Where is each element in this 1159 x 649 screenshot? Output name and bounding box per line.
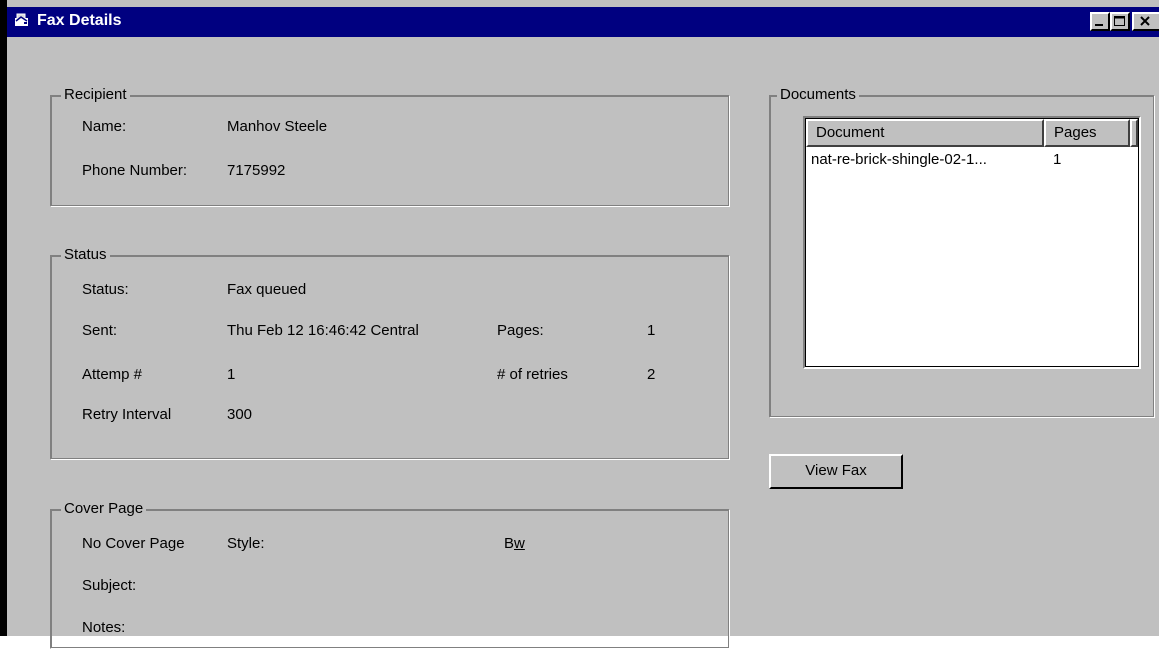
close-icon: [1139, 16, 1150, 26]
close-button[interactable]: [1132, 12, 1159, 31]
name-label: Name:: [82, 118, 127, 135]
pages-label: Pages:: [497, 322, 544, 339]
recipient-group: [50, 95, 730, 207]
status-group: [50, 255, 730, 460]
sent-label: Sent:: [82, 322, 118, 339]
attempt-label: Attemp #: [82, 366, 143, 383]
retry-interval-value: 300: [227, 406, 253, 423]
fax-details-window: Fax Details Recipient Name: Manhov Steel…: [0, 0, 1159, 649]
attempt-value: 1: [227, 366, 236, 383]
style-label: Style:: [227, 535, 265, 552]
retries-label: # of retries: [497, 366, 568, 383]
minimize-button[interactable]: [1090, 12, 1110, 31]
minimize-icon: [1095, 24, 1103, 26]
document-name-cell: nat-re-brick-shingle-02-1...: [811, 151, 987, 168]
no-cover-page-label: No Cover Page: [82, 535, 185, 552]
cover-page-legend: Cover Page: [61, 500, 147, 517]
style-value: Bw: [504, 535, 525, 552]
retries-value: 2: [647, 366, 656, 383]
view-fax-button[interactable]: View Fax: [769, 454, 903, 489]
documents-legend: Documents: [777, 86, 859, 103]
sent-value: Thu Feb 12 16:46:42 Central: [227, 322, 419, 339]
maximize-button[interactable]: [1110, 12, 1130, 31]
cover-page-group: [50, 509, 730, 649]
column-header-filler: [1130, 119, 1138, 147]
fax-app-icon: [15, 13, 28, 26]
name-value: Manhov Steele: [227, 118, 328, 135]
status-legend: Status: [61, 246, 110, 263]
maximize-icon: [1114, 16, 1125, 26]
pages-value: 1: [647, 322, 656, 339]
column-header-document[interactable]: Document: [806, 119, 1044, 147]
retry-interval-label: Retry Interval: [82, 406, 172, 423]
phone-label: Phone Number:: [82, 162, 188, 179]
notes-label: Notes:: [82, 619, 126, 636]
window-title: Fax Details: [37, 12, 122, 29]
subject-label: Subject:: [82, 577, 137, 594]
title-bar[interactable]: Fax Details: [7, 7, 1159, 37]
status-value: Fax queued: [227, 281, 307, 298]
recipient-legend: Recipient: [61, 86, 130, 103]
column-header-pages[interactable]: Pages: [1044, 119, 1130, 147]
status-label: Status:: [82, 281, 129, 298]
phone-value: 7175992: [227, 162, 286, 179]
documents-list[interactable]: Document Pages nat-re-brick-shingle-02-1…: [803, 116, 1141, 369]
document-pages-cell: 1: [1053, 151, 1062, 168]
